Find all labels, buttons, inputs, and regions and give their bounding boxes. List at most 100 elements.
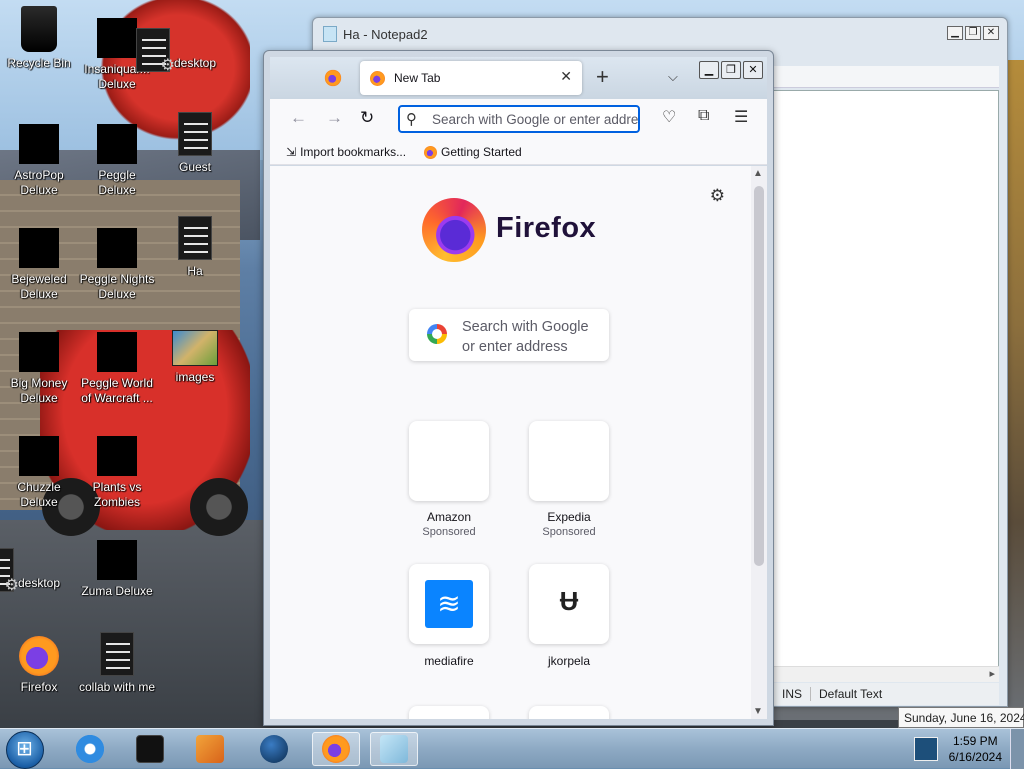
close-button[interactable]: ✕ [743, 61, 763, 79]
scroll-up-icon[interactable]: ▲ [753, 168, 763, 179]
newtab-search-box[interactable]: Search with Google or enter address [409, 309, 609, 361]
desktop-icon-desktop[interactable]: desktop [136, 8, 234, 75]
recycle-bin-icon [21, 6, 57, 52]
desktop-icon-big-money[interactable]: Big Money Deluxe [0, 332, 78, 406]
desktop-icon-firefox[interactable]: Firefox [0, 636, 78, 695]
bookmark-getting-started[interactable]: Getting Started [424, 145, 522, 159]
google-icon [427, 324, 447, 344]
desktop-icon-chuzzle[interactable]: Chuzzle Deluxe [0, 436, 78, 510]
notepad-editor[interactable] [773, 90, 999, 680]
notepad-toolbar [773, 66, 999, 88]
desktop-icon-peggle-nights[interactable]: Peggle Nights Deluxe [78, 228, 156, 302]
desktop-icon-label: Big Money Deluxe [10, 376, 68, 405]
maximize-button[interactable]: ❐ [965, 26, 981, 40]
game-icon [97, 332, 137, 372]
firefox-favicon-icon [370, 71, 385, 86]
desktop-icon-label: Firefox [20, 680, 58, 694]
start-button[interactable] [6, 731, 44, 769]
shortcut-tile-partial[interactable] [409, 706, 489, 719]
bookmark-import[interactable]: ⇲ Import bookmarks... [286, 145, 406, 159]
shortcut-label: jkorpela [547, 654, 591, 668]
navigation-toolbar: ← → ↻ ⚲ Search with Google or enter addr… [270, 99, 767, 139]
desktop-icon-peggle-wow[interactable]: Peggle World of Warcraft ... [78, 332, 156, 406]
desktop-icon-label: Chuzzle Deluxe [17, 480, 61, 509]
shortcut-tile-expedia[interactable] [529, 421, 609, 501]
horizontal-scrollbar[interactable] [773, 666, 999, 682]
forward-icon[interactable]: → [326, 108, 343, 128]
newtab-search-placeholder: Search with Google or enter address [462, 317, 589, 357]
tab-new-tab[interactable]: New Tab ✕ [360, 61, 582, 95]
shortcut-label: Expedia [547, 510, 591, 524]
folder-icon [136, 735, 164, 763]
desktop-icon-guest[interactable]: Guest [156, 112, 234, 175]
close-button[interactable]: ✕ [983, 26, 999, 40]
search-icon: ⚲ [406, 111, 417, 128]
firefox-favicon-icon [424, 145, 437, 159]
taskbar-internet-explorer[interactable] [66, 732, 114, 766]
desktop-icon-ha[interactable]: Ha [156, 216, 234, 279]
reload-icon[interactable]: ↻ [360, 108, 374, 128]
desktop-icon-bejeweled[interactable]: Bejeweled Deluxe [0, 228, 78, 302]
list-all-tabs-button[interactable]: ⌵ [668, 69, 678, 85]
close-tab-icon[interactable]: ✕ [560, 68, 572, 85]
firefox-icon [19, 636, 59, 676]
scrollbar-thumb[interactable] [754, 186, 764, 566]
shortcut-tile-jkorpela[interactable]: Ʉ [529, 564, 609, 644]
desktop-icon-label: Ha [187, 264, 203, 278]
firefox-window[interactable]: New Tab ✕ + ⌵ ▁ ❐ ✕ ← → ↻ ⚲ Search with … [263, 50, 774, 726]
menu-icon[interactable]: ☰ [734, 107, 748, 127]
back-icon[interactable]: ← [290, 108, 307, 128]
url-bar[interactable]: ⚲ Search with Google or enter address [398, 105, 640, 133]
document-icon [178, 216, 212, 260]
taskbar-globe[interactable] [250, 732, 298, 766]
game-icon [97, 436, 137, 476]
game-icon [19, 228, 59, 268]
desktop-icon-peggle[interactable]: Peggle Deluxe [78, 124, 156, 198]
mediafire-icon: ≋ [425, 580, 473, 628]
maximize-button[interactable]: ❐ [721, 61, 741, 79]
gear-icon[interactable]: ⚙ [710, 186, 725, 206]
desktop-icon-collab-with-me[interactable]: collab with me [78, 632, 156, 695]
game-icon [97, 228, 137, 268]
desktop-icon-desktop-2[interactable]: desktop [0, 528, 78, 595]
desktop-icon-plants-vs-zombies[interactable]: Plants vs Zombies [78, 436, 156, 510]
shortcut-label: Amazon [426, 510, 472, 524]
tab-title: New Tab [394, 71, 441, 85]
sponsored-label: Sponsored [422, 526, 476, 538]
media-player-icon [196, 735, 224, 763]
desktop-icon-label: Plants vs Zombies [92, 480, 142, 509]
minimize-button[interactable]: ▁ [947, 26, 963, 40]
desktop-icon-zuma[interactable]: Zuma Deluxe [78, 540, 156, 599]
vertical-scrollbar[interactable]: ▲ ▼ [751, 166, 767, 719]
jkorpela-icon: Ʉ [559, 586, 579, 616]
network-icon[interactable] [914, 737, 938, 761]
desktop-icon-recycle-bin[interactable]: Recycle Bin [0, 6, 78, 71]
clock-date: 6/16/2024 [948, 750, 1002, 764]
show-desktop-button[interactable] [1010, 729, 1024, 769]
taskbar: 1:59 PM 6/16/2024 [0, 728, 1024, 769]
notepad-icon [380, 735, 408, 763]
shortcut-tile-partial[interactable] [529, 706, 609, 719]
shortcut-tile-mediafire[interactable]: ≋ [409, 564, 489, 644]
firefox-view-tab-icon[interactable] [324, 69, 342, 87]
desktop-icon-images[interactable]: images [156, 330, 234, 385]
clock[interactable]: 1:59 PM 6/16/2024 [949, 733, 1002, 765]
shortcut-tile-amazon[interactable] [409, 421, 489, 501]
pocket-icon[interactable]: ♡ [662, 107, 676, 127]
status-insert-mode: INS [773, 687, 810, 701]
minimize-button[interactable]: ▁ [699, 61, 719, 79]
extensions-icon[interactable]: ⧉ [698, 107, 709, 125]
taskbar-notepad2[interactable] [370, 732, 418, 766]
taskbar-folder[interactable] [126, 732, 174, 766]
new-tab-button[interactable]: + [596, 63, 609, 91]
taskbar-media-player[interactable] [186, 732, 234, 766]
firefox-icon [322, 735, 350, 763]
image-icon [172, 330, 218, 366]
desktop-icon-astropop[interactable]: AstroPop Deluxe [0, 124, 78, 198]
scroll-down-icon[interactable]: ▼ [753, 706, 763, 717]
document-icon [100, 632, 134, 676]
search-placeholder-line2: or enter address [462, 339, 568, 355]
taskbar-firefox[interactable] [312, 732, 360, 766]
bookmark-label: Getting Started [441, 145, 522, 159]
clock-time: 1:59 PM [952, 734, 998, 748]
